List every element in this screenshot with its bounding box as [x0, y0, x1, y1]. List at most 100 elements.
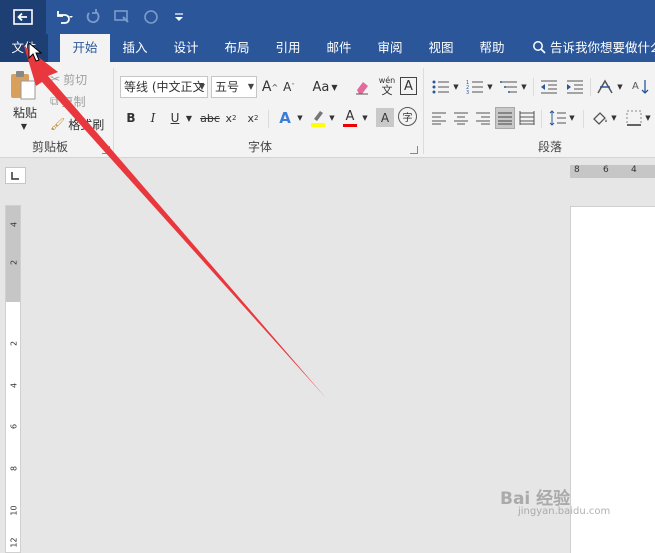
tab-review[interactable]: 审阅 [367, 34, 413, 62]
tab-layout[interactable]: 布局 [214, 34, 260, 62]
chevron-down-icon: ▼ [198, 82, 205, 91]
divider [583, 110, 584, 128]
ribbon-tabs: 文件 开始 插入 设计 布局 引用 邮件 审阅 视图 帮助 告诉我你想要做什么 [0, 34, 655, 62]
shading-icon[interactable] [590, 108, 610, 128]
strikethrough-button[interactable]: abc [200, 108, 220, 128]
clear-format-icon[interactable] [352, 76, 372, 98]
change-case-label: Aa [312, 79, 330, 95]
tab-mailings[interactable]: 邮件 [316, 34, 362, 62]
font-launcher-icon[interactable] [410, 146, 418, 154]
line-spacing-dropdown-icon[interactable]: ▼ [568, 111, 576, 125]
font-color-button[interactable]: A [341, 107, 359, 129]
cut-label: 剪切 [63, 72, 88, 87]
clipboard-group-label: 剪贴板 [31, 140, 68, 154]
circle-icon[interactable] [142, 0, 160, 34]
character-border-button[interactable]: A [400, 77, 417, 95]
numbering-icon[interactable]: 123 [464, 76, 486, 98]
vertical-ruler[interactable]: 4 2 2 4 6 8 10 12 [5, 205, 21, 553]
font-name-select[interactable]: 等线 (中文正文 ▼ [120, 76, 208, 98]
highlight-icon[interactable] [309, 107, 327, 129]
group-divider [113, 68, 114, 154]
change-case-button[interactable]: Aa ▼ [310, 76, 340, 98]
font-color-label: A [345, 108, 355, 124]
tab-help[interactable]: 帮助 [469, 34, 515, 62]
copy-label: 复制 [61, 94, 86, 109]
customize-dropdown-icon[interactable] [172, 0, 186, 34]
shading-dropdown-icon[interactable]: ▼ [610, 111, 618, 125]
superscript-button[interactable]: x2 [244, 108, 262, 128]
tab-selector[interactable] [5, 167, 26, 184]
ruler-label: 6 [603, 165, 609, 175]
touch-mode-icon[interactable] [112, 0, 132, 34]
numbering-dropdown-icon[interactable]: ▼ [486, 80, 494, 94]
brush-icon: 🖌 [50, 117, 66, 131]
tell-me-box[interactable]: 告诉我你想要做什么 [532, 34, 655, 62]
text-effects-dropdown-icon[interactable]: ▼ [296, 108, 304, 128]
increase-indent-icon[interactable] [564, 76, 586, 98]
lightbulb-icon [533, 41, 546, 54]
font-color-dropdown-icon[interactable]: ▼ [361, 108, 369, 128]
line-spacing-icon[interactable] [548, 108, 568, 128]
tab-view[interactable]: 视图 [418, 34, 464, 62]
chinese-layout-dropdown-icon[interactable]: ▼ [616, 80, 624, 94]
align-center-icon[interactable] [452, 108, 470, 128]
phonetic-guide-button[interactable]: wén 文 [376, 74, 398, 98]
multilevel-list-icon[interactable] [498, 76, 520, 98]
justify-icon[interactable] [495, 107, 515, 129]
font-name-value: 等线 (中文正文 [124, 80, 205, 94]
align-left-icon[interactable] [430, 108, 448, 128]
tab-references[interactable]: 引用 [265, 34, 311, 62]
underline-button[interactable]: U [168, 108, 182, 128]
borders-icon[interactable] [624, 108, 644, 128]
character-shading-button[interactable]: A [376, 108, 394, 127]
ruler-label: 4 [9, 221, 19, 228]
enclose-characters-button[interactable]: 字 [398, 107, 417, 126]
bullets-dropdown-icon[interactable]: ▼ [452, 80, 460, 94]
grow-font-label: A [261, 79, 272, 95]
paste-button[interactable]: 粘贴 [10, 104, 40, 120]
tab-design[interactable]: 设计 [163, 34, 209, 62]
distributed-icon[interactable] [518, 108, 536, 128]
format-painter-button[interactable]: 🖌 格式刷 [50, 115, 104, 133]
tab-insert[interactable]: 插入 [112, 34, 158, 62]
bullets-icon[interactable] [430, 76, 452, 98]
back-arrow-icon[interactable] [0, 0, 46, 34]
italic-button[interactable]: I [146, 108, 160, 128]
paste-dropdown-icon[interactable]: ▼ [19, 122, 29, 131]
horizontal-ruler[interactable]: 8 6 4 [570, 165, 655, 178]
redo-icon[interactable] [84, 0, 102, 34]
ruler-label: 4 [631, 165, 637, 175]
bold-button[interactable]: B [124, 108, 138, 128]
font-group-label: 字体 [247, 140, 272, 154]
ruler-label: 12 [9, 537, 19, 548]
chinese-layout-icon[interactable] [594, 76, 616, 98]
watermark-url: jingyan.baidu.com [518, 506, 611, 517]
borders-dropdown-icon[interactable]: ▼ [644, 111, 652, 125]
cursor-icon [28, 42, 42, 62]
text-effects-button[interactable]: A [276, 107, 294, 129]
ruler-label: 2 [9, 259, 19, 266]
paste-icon[interactable] [6, 70, 40, 102]
ruler-label: 2 [9, 340, 19, 347]
document-page[interactable] [570, 206, 655, 553]
chevron-down-icon: ▼ [247, 82, 254, 91]
copy-button[interactable]: ⧉ 复制 [50, 92, 86, 110]
align-right-icon[interactable] [474, 108, 492, 128]
paragraph-group-label: 段落 [537, 140, 562, 154]
tab-home[interactable]: 开始 [60, 34, 110, 62]
clipboard-launcher-icon[interactable] [102, 146, 110, 154]
font-size-select[interactable]: 五号 ▼ [211, 76, 257, 98]
subscript-button[interactable]: x2 [222, 108, 240, 128]
highlight-dropdown-icon[interactable]: ▼ [328, 108, 336, 128]
grow-font-button[interactable]: A ^ [262, 76, 278, 98]
decrease-indent-icon[interactable] [538, 76, 560, 98]
shrink-font-button[interactable]: Aˇ [282, 76, 296, 98]
multilevel-dropdown-icon[interactable]: ▼ [520, 80, 528, 94]
underline-dropdown-icon[interactable]: ▼ [184, 108, 194, 128]
font-size-value: 五号 [215, 80, 240, 94]
group-divider [423, 68, 424, 154]
cut-button[interactable]: ✂ 剪切 [50, 70, 87, 88]
ruler-label: 8 [574, 165, 580, 175]
undo-icon[interactable] [50, 0, 76, 34]
sort-icon[interactable]: A [630, 76, 652, 98]
